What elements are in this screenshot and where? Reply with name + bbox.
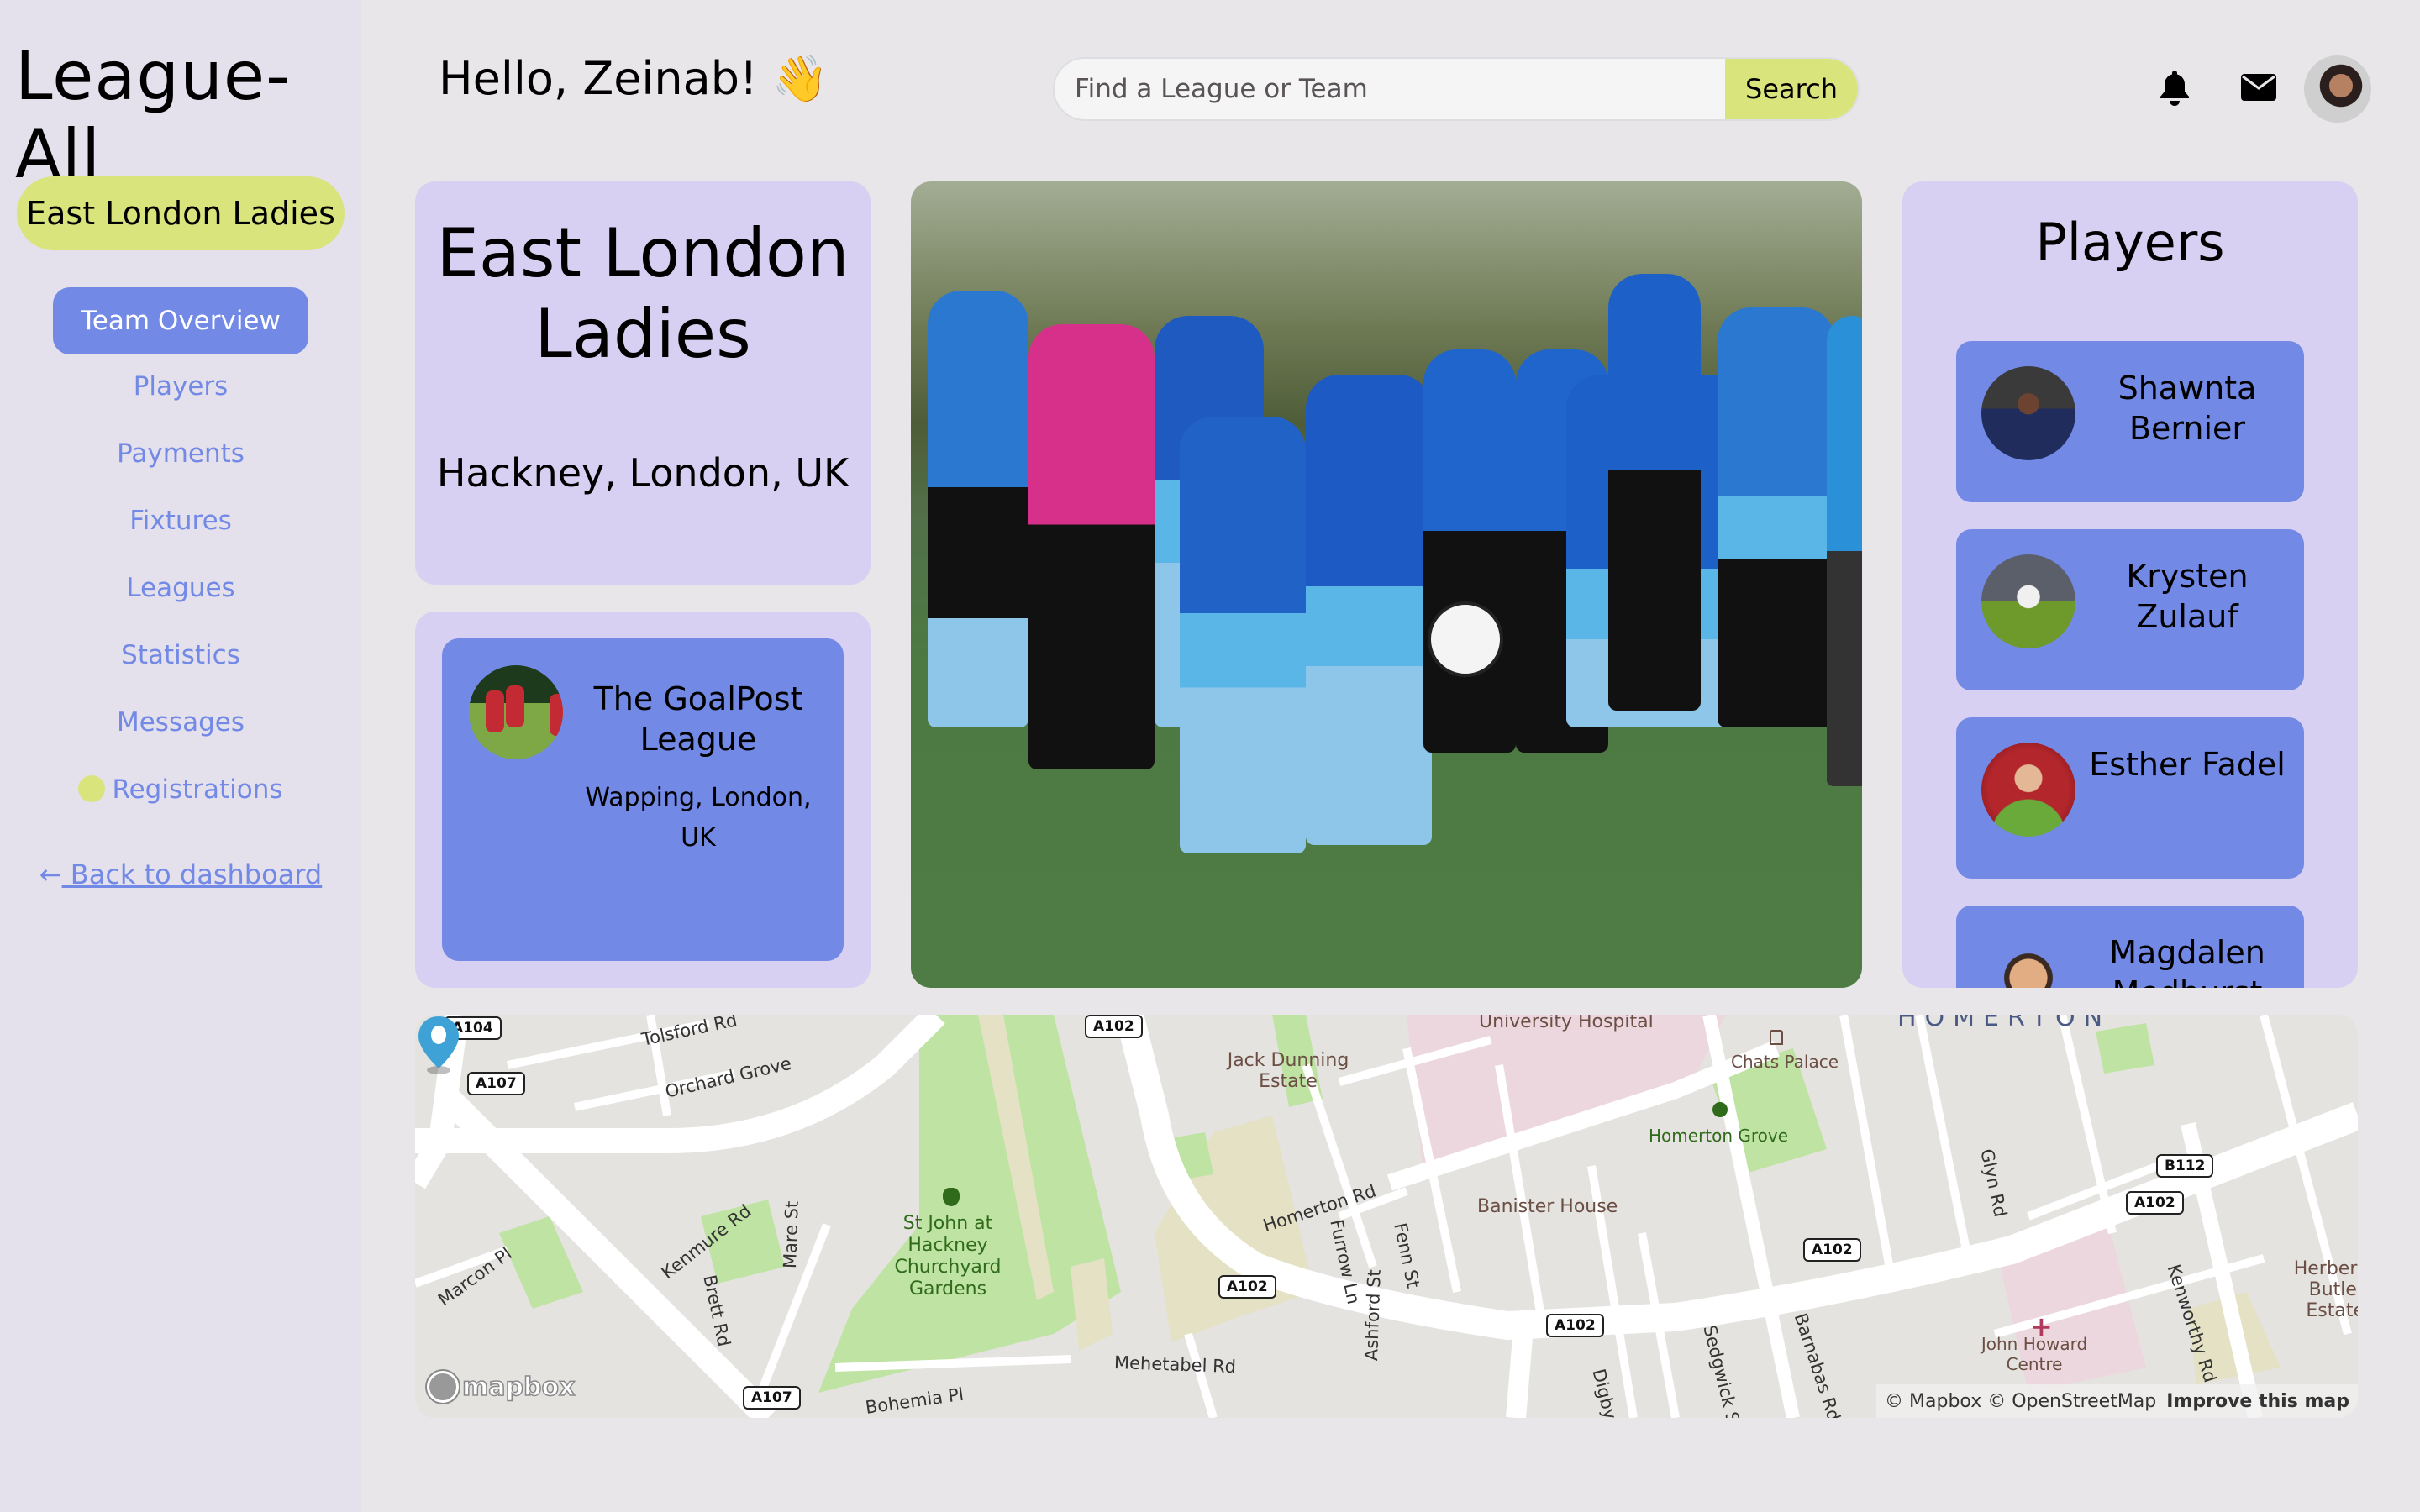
player-card[interactable]: Krysten Zulauf bbox=[1956, 529, 2304, 690]
street-label: Mehetabel Rd bbox=[1113, 1352, 1237, 1378]
players-card: Players Shawnta Bernier Krysten Zulauf E… bbox=[1902, 181, 2358, 988]
district-label: HOMERTON bbox=[1897, 1015, 2112, 1032]
search-input[interactable] bbox=[1055, 59, 1725, 119]
location-pin-icon[interactable] bbox=[415, 1015, 462, 1075]
road-shield: A102 bbox=[1085, 1015, 1143, 1038]
sidebar-item-players[interactable]: Players bbox=[0, 371, 361, 402]
arrow-left-icon: ← bbox=[39, 858, 62, 890]
back-to-dashboard-link[interactable]: ← Back to dashboard bbox=[0, 858, 361, 890]
park-label: St John at Hackney Churchyard Gardens bbox=[894, 1213, 1002, 1299]
team-name: East London Ladies bbox=[436, 214, 850, 373]
search-bar: Search bbox=[1053, 57, 1860, 121]
place-label: Chats Palace bbox=[1731, 1052, 1839, 1072]
mapbox-logo-icon bbox=[427, 1371, 459, 1403]
player-name: Shawnta Bernier bbox=[2118, 370, 2257, 447]
road-shield: B112 bbox=[2156, 1154, 2214, 1178]
greeting-text: Hello, Zeinab! bbox=[439, 52, 758, 105]
league-location: Wapping, London, UK bbox=[585, 783, 812, 853]
messages-button[interactable] bbox=[2238, 67, 2279, 108]
bell-icon bbox=[2160, 71, 2189, 106]
sidebar: League-All East London Ladies Team Overv… bbox=[0, 0, 361, 1512]
status-dot-icon bbox=[78, 775, 106, 802]
sidebar-item-label: Registrations bbox=[112, 774, 283, 805]
mapbox-logo[interactable]: mapbox bbox=[427, 1371, 576, 1403]
player-avatar bbox=[1981, 931, 2075, 988]
sidebar-item-registrations[interactable]: Registrations bbox=[0, 774, 361, 805]
hospital-icon: + bbox=[2030, 1310, 2053, 1342]
street-label: Mare St bbox=[780, 1200, 802, 1269]
waving-hand-icon: 👋 bbox=[771, 52, 829, 105]
sidebar-item-statistics[interactable]: Statistics bbox=[0, 640, 361, 670]
improve-map-link[interactable]: Improve this map bbox=[2166, 1391, 2349, 1412]
road-shield: A107 bbox=[467, 1072, 525, 1095]
player-avatar bbox=[1981, 366, 2075, 460]
player-card[interactable]: Shawnta Bernier bbox=[1956, 341, 2304, 502]
team-location-map[interactable]: A104 A107 A107 A102 A102 A102 A102 A102 … bbox=[415, 1015, 2358, 1418]
place-label: Herbert Butler Estate bbox=[2293, 1258, 2358, 1321]
player-card[interactable]: Magdalen Medhurst bbox=[1956, 906, 2304, 988]
road-shield: A102 bbox=[2126, 1191, 2184, 1215]
team-photo bbox=[911, 181, 1862, 988]
league-photo bbox=[469, 665, 563, 759]
road-shield: A102 bbox=[1803, 1238, 1861, 1262]
garden-icon bbox=[943, 1188, 960, 1206]
sidebar-item-messages[interactable]: Messages bbox=[0, 707, 361, 738]
place-label: Banister House bbox=[1477, 1196, 1618, 1217]
app-logo[interactable]: League-All bbox=[15, 37, 361, 193]
sidebar-item-leagues[interactable]: Leagues bbox=[0, 573, 361, 603]
league-name: The GoalPost League bbox=[593, 680, 803, 758]
tree-icon bbox=[1712, 1102, 1728, 1117]
current-team-pill[interactable]: East London Ladies bbox=[17, 176, 345, 250]
greeting: Hello, Zeinab! 👋 bbox=[439, 52, 829, 106]
team-location: Hackney, London, UK bbox=[436, 450, 850, 496]
players-title: Players bbox=[2035, 212, 2225, 273]
football bbox=[1428, 601, 1503, 677]
search-button[interactable]: Search bbox=[1725, 59, 1858, 119]
player-name: Esther Fadel bbox=[2089, 746, 2286, 783]
attribution-text[interactable]: © Mapbox © OpenStreetMap bbox=[1885, 1391, 2156, 1412]
player-name: Krysten Zulauf bbox=[2126, 558, 2249, 635]
team-info-card: East London Ladies Hackney, London, UK bbox=[415, 181, 871, 585]
place-label: University Hospital bbox=[1479, 1015, 1654, 1032]
park-label: Homerton Grove bbox=[1649, 1126, 1789, 1146]
player-name: Magdalen Medhurst bbox=[2109, 934, 2265, 988]
sidebar-item-team-overview[interactable]: Team Overview bbox=[53, 287, 308, 354]
league-card: The GoalPost League Wapping, London, UK bbox=[415, 612, 871, 988]
league-item[interactable]: The GoalPost League Wapping, London, UK bbox=[442, 638, 844, 961]
place-label: Jack Dunning Estate bbox=[1227, 1050, 1349, 1092]
road-shield: A102 bbox=[1218, 1275, 1276, 1299]
mail-icon bbox=[2241, 74, 2276, 101]
player-avatar bbox=[1981, 554, 2075, 648]
sidebar-item-payments[interactable]: Payments bbox=[0, 438, 361, 469]
road-shield: A107 bbox=[743, 1386, 801, 1410]
user-avatar[interactable] bbox=[2304, 55, 2371, 123]
museum-icon bbox=[1770, 1030, 1783, 1045]
player-card[interactable]: Esther Fadel bbox=[1956, 717, 2304, 879]
back-link-label: Back to dashboard bbox=[61, 858, 323, 890]
map-attribution: © Mapbox © OpenStreetMap Improve this ma… bbox=[1876, 1384, 2358, 1418]
player-avatar bbox=[1981, 743, 2075, 837]
notifications-button[interactable] bbox=[2154, 67, 2195, 108]
mapbox-logo-text: mapbox bbox=[461, 1372, 576, 1403]
sidebar-item-fixtures[interactable]: Fixtures bbox=[0, 506, 361, 536]
street-label: Ashford St bbox=[1361, 1268, 1385, 1362]
road-shield: A102 bbox=[1546, 1314, 1604, 1337]
